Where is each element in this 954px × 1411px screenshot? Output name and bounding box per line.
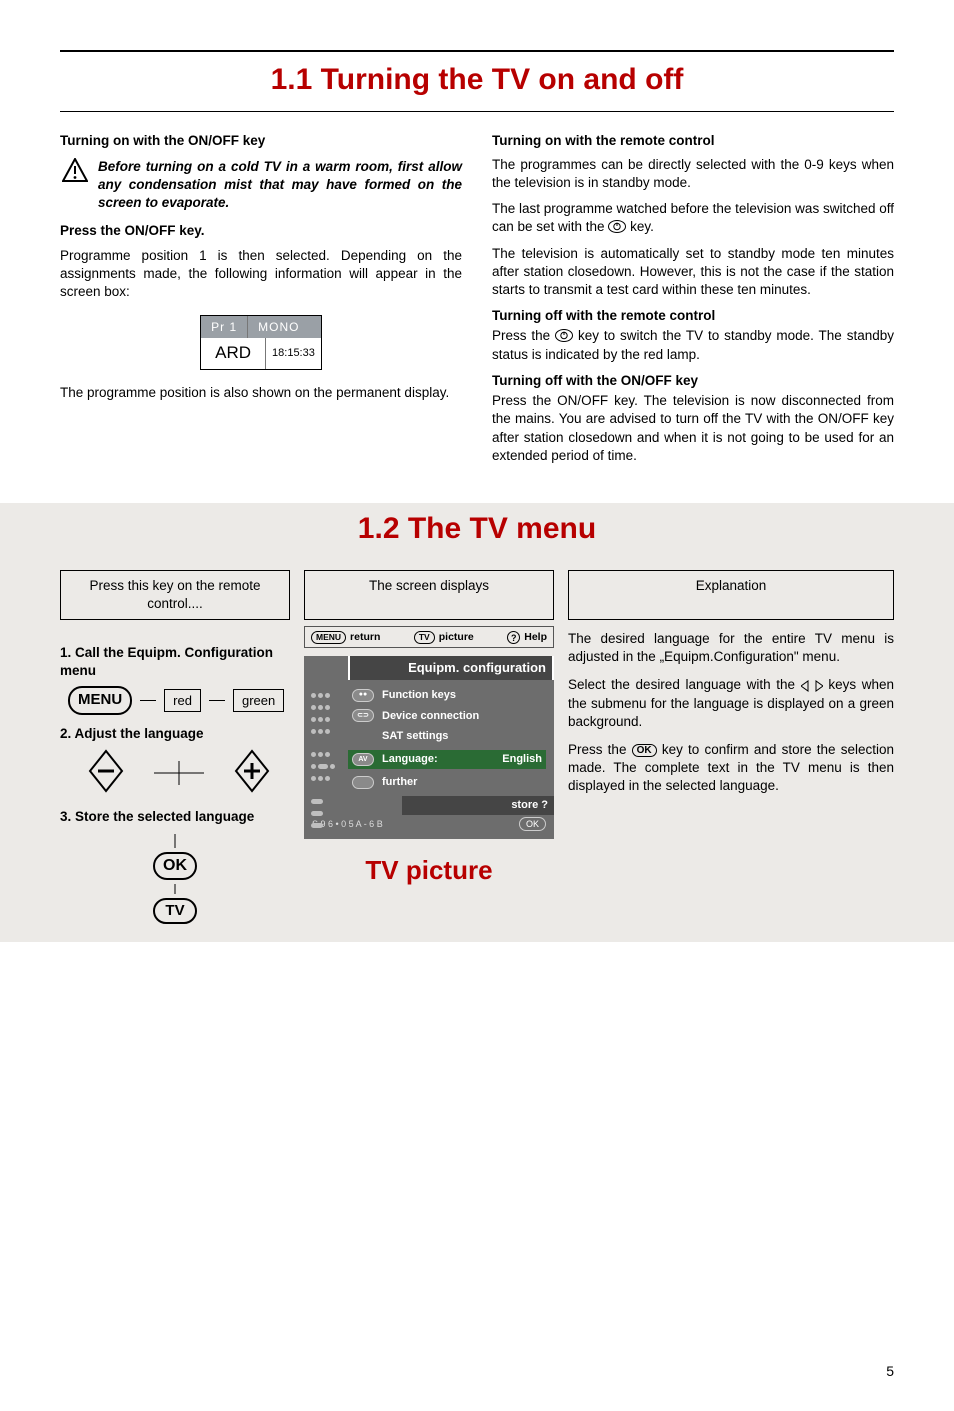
osd-item-further: further xyxy=(352,775,546,790)
screen-mode: MONO xyxy=(248,316,309,338)
right-p5: Press the ON/OFF key. The television is … xyxy=(492,392,894,465)
left-p2: The programme position is also shown on … xyxy=(60,384,462,402)
ok-key: OK xyxy=(153,852,197,880)
screen-pr: Pr 1 xyxy=(201,316,248,338)
right-p1: The programmes can be directly selected … xyxy=(492,156,894,192)
explain-p1: The desired language for the entire TV m… xyxy=(568,630,894,666)
section-1-2-title: 1.2 The TV menu xyxy=(60,509,894,560)
osd-help-key: ? xyxy=(507,631,520,644)
blank-key-icon xyxy=(352,776,374,789)
osd-picture-key: TV xyxy=(414,631,435,644)
col-header-mid: The screen displays xyxy=(304,570,554,620)
osd-top-bar: MENU return TV picture ? Help xyxy=(304,626,554,648)
red-key: red xyxy=(164,689,201,713)
screen-channel: ARD xyxy=(201,338,266,369)
color-key-icon: ●● xyxy=(352,689,374,702)
right-h1: Turning on with the remote control xyxy=(492,132,894,150)
av-key-icon: AV xyxy=(352,753,374,766)
step-1: 1. Call the Equipm. Configuration menu xyxy=(60,644,290,680)
osd-ok-mini: OK xyxy=(519,817,546,831)
left-h1: Turning on with the ON/OFF key xyxy=(60,132,462,150)
tv-picture-heading: TV picture xyxy=(304,853,554,888)
screen-info-box: Pr 1 MONO ARD 18:15:33 xyxy=(200,315,322,370)
screen-time: 18:15:33 xyxy=(266,338,321,369)
tv-key: TV xyxy=(153,898,196,924)
remote-layout-icon xyxy=(310,692,336,829)
right-p3: The television is automatically set to s… xyxy=(492,245,894,300)
ok-key-inline: OK xyxy=(632,744,657,757)
right-p4: Press the key to switch the TV to standb… xyxy=(492,327,894,363)
plus-key-icon xyxy=(234,749,270,798)
section-1-1-title: 1.1 Turning the TV on and off xyxy=(60,56,894,111)
step-3: 3. Store the selected language xyxy=(60,808,290,826)
osd-picture: picture xyxy=(439,630,474,644)
left-right-arrows-icon xyxy=(801,677,829,692)
explain-p3: Press the OK key to confirm and store th… xyxy=(568,741,894,796)
socket-icon: ⊂⊃ xyxy=(352,709,374,722)
osd-title: Equipm. configuration xyxy=(348,656,554,680)
osd-item-device-connection: ⊂⊃ Device connection xyxy=(352,709,546,724)
col-header-right: Explanation xyxy=(568,570,894,620)
green-key: green xyxy=(233,689,284,713)
osd-return: return xyxy=(350,630,380,644)
explain-p2: Select the desired language with the key… xyxy=(568,676,894,731)
step-2: 2. Adjust the language xyxy=(60,725,290,743)
osd-item-function-keys: ●● Function keys xyxy=(352,688,546,703)
left-h2: Press the ON/OFF key. xyxy=(60,222,462,240)
left-p1: Programme position 1 is then selected. D… xyxy=(60,247,462,302)
standby-key-icon xyxy=(608,220,626,233)
standby-key-icon-2 xyxy=(555,329,573,342)
menu-key: MENU xyxy=(68,686,132,714)
osd-item-language: AV Language: English xyxy=(348,750,546,769)
col-header-left: Press this key on the remote control.... xyxy=(60,570,290,620)
minus-key-icon xyxy=(88,749,124,798)
connector-icon xyxy=(154,751,204,795)
page-number: 5 xyxy=(60,1362,894,1381)
osd-return-key: MENU xyxy=(311,631,346,644)
warning-icon xyxy=(62,158,88,187)
warning-text: Before turning on a cold TV in a warm ro… xyxy=(98,158,462,213)
right-h3: Turning off with the ON/OFF key xyxy=(492,372,894,390)
right-p2: The last programme watched before the te… xyxy=(492,200,894,236)
osd-help: Help xyxy=(524,630,547,644)
right-h2: Turning off with the remote control xyxy=(492,307,894,325)
osd-item-sat-settings: SAT settings xyxy=(352,729,546,744)
osd-store: store ? xyxy=(402,796,554,815)
osd-panel: Equipm. configuration ●● xyxy=(304,656,554,839)
